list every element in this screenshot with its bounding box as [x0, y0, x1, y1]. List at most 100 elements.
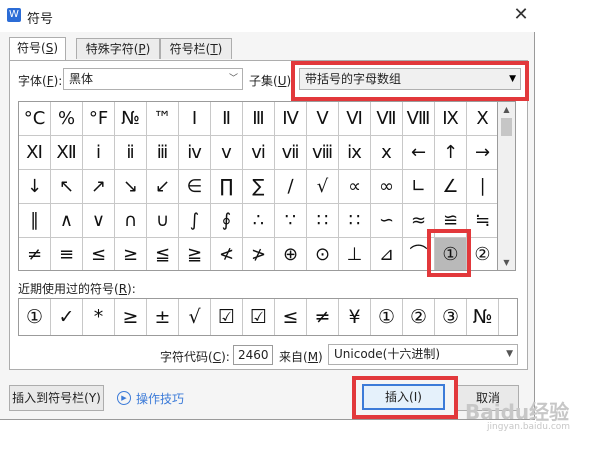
recent-symbol-cell[interactable]: ≤: [275, 299, 307, 335]
symbol-cell[interactable]: ⊿: [371, 238, 403, 270]
symbol-cell[interactable]: °C: [19, 102, 51, 136]
symbol-cell[interactable]: Ⅴ: [307, 102, 339, 136]
tab-symbols[interactable]: 符号(S): [9, 37, 66, 60]
symbol-cell[interactable]: ≦: [147, 238, 179, 270]
play-circle-icon[interactable]: ▶: [117, 391, 131, 405]
symbol-cell[interactable]: ∫: [179, 204, 211, 238]
symbol-cell[interactable]: ②: [467, 238, 497, 270]
symbol-cell[interactable]: ≯: [243, 238, 275, 270]
symbol-cell[interactable]: ≡: [51, 238, 83, 270]
font-select[interactable]: 黑体 ﹀: [63, 68, 243, 90]
recent-symbol-cell[interactable]: ①: [19, 299, 51, 335]
symbol-cell[interactable]: ∝: [339, 170, 371, 204]
recent-symbol-cell[interactable]: ≥: [115, 299, 147, 335]
recent-symbol-cell[interactable]: ±: [147, 299, 179, 335]
symbol-cell[interactable]: ↗: [83, 170, 115, 204]
symbol-cell[interactable]: ↙: [147, 170, 179, 204]
symbol-cell[interactable]: ∟: [403, 170, 435, 204]
symbol-cell[interactable]: ⅷ: [307, 136, 339, 170]
symbol-cell[interactable]: ™: [147, 102, 179, 136]
symbol-cell[interactable]: Ⅸ: [435, 102, 467, 136]
symbol-cell[interactable]: ∷: [339, 204, 371, 238]
symbol-grid-scrollbar[interactable]: ▲ ▼: [498, 101, 516, 271]
symbol-cell[interactable]: ∣: [467, 170, 497, 204]
symbol-cell[interactable]: ⅱ: [115, 136, 147, 170]
recent-symbol-cell[interactable]: ①: [371, 299, 403, 335]
recent-symbol-cell[interactable]: ☑: [243, 299, 275, 335]
symbol-cell[interactable]: %: [51, 102, 83, 136]
symbol-cell[interactable]: №: [115, 102, 147, 136]
symbol-cell[interactable]: Ⅶ: [371, 102, 403, 136]
symbol-cell[interactable]: ↑: [435, 136, 467, 170]
symbol-cell[interactable]: ←: [403, 136, 435, 170]
symbol-cell[interactable]: ↘: [115, 170, 147, 204]
tab-symbol-bar[interactable]: 符号栏(T): [160, 38, 232, 59]
symbol-cell[interactable]: ∷: [307, 204, 339, 238]
symbol-cell[interactable]: ≧: [179, 238, 211, 270]
recent-symbol-cell[interactable]: √: [179, 299, 211, 335]
symbol-cell[interactable]: ∠: [435, 170, 467, 204]
symbol-cell[interactable]: ∪: [147, 204, 179, 238]
symbol-cell[interactable]: Ⅺ: [19, 136, 51, 170]
char-code-input[interactable]: 2460: [233, 345, 273, 365]
recent-symbol-cell[interactable]: *: [83, 299, 115, 335]
symbol-cell[interactable]: ≮: [211, 238, 243, 270]
symbol-cell[interactable]: ⅶ: [275, 136, 307, 170]
symbol-cell[interactable]: ∴: [243, 204, 275, 238]
symbol-cell[interactable]: ∵: [275, 204, 307, 238]
symbol-cell[interactable]: ⊥: [339, 238, 371, 270]
symbol-cell[interactable]: ⅰ: [83, 136, 115, 170]
symbol-cell[interactable]: °F: [83, 102, 115, 136]
symbol-cell[interactable]: Ⅷ: [403, 102, 435, 136]
symbol-cell[interactable]: →: [467, 136, 497, 170]
recent-symbol-cell[interactable]: ✓: [51, 299, 83, 335]
symbol-cell[interactable]: ⅵ: [243, 136, 275, 170]
symbol-cell[interactable]: ≒: [467, 204, 497, 238]
symbol-cell[interactable]: ∈: [179, 170, 211, 204]
from-select[interactable]: Unicode(十六进制) ▼: [328, 344, 518, 365]
scroll-down-icon[interactable]: ▼: [498, 255, 515, 270]
symbol-cell[interactable]: ≥: [115, 238, 147, 270]
symbol-cell[interactable]: ↓: [19, 170, 51, 204]
symbol-cell[interactable]: Ⅲ: [243, 102, 275, 136]
symbol-cell[interactable]: ∞: [371, 170, 403, 204]
symbol-cell[interactable]: ∑: [243, 170, 275, 204]
symbol-cell[interactable]: ∧: [51, 204, 83, 238]
recent-symbol-cell[interactable]: ③: [435, 299, 467, 335]
recent-symbol-cell[interactable]: ②: [403, 299, 435, 335]
scroll-thumb[interactable]: [501, 118, 512, 136]
symbol-cell[interactable]: ≠: [19, 238, 51, 270]
symbol-cell[interactable]: ∨: [83, 204, 115, 238]
symbol-cell[interactable]: Ⅵ: [339, 102, 371, 136]
symbol-cell[interactable]: ∩: [115, 204, 147, 238]
insert-to-symbol-bar-button[interactable]: 插入到符号栏(Y): [9, 385, 104, 411]
symbol-cell[interactable]: ∮: [211, 204, 243, 238]
close-icon[interactable]: ✕: [510, 4, 532, 26]
symbol-cell[interactable]: ∕: [275, 170, 307, 204]
symbol-cell[interactable]: ∏: [211, 170, 243, 204]
symbol-cell[interactable]: ⅴ: [211, 136, 243, 170]
symbol-cell[interactable]: ↖: [51, 170, 83, 204]
symbol-cell[interactable]: Ⅰ: [179, 102, 211, 136]
symbol-cell[interactable]: √: [307, 170, 339, 204]
symbol-cell[interactable]: Ⅳ: [275, 102, 307, 136]
symbol-cell[interactable]: ⊕: [275, 238, 307, 270]
recent-symbol-cell[interactable]: ¥: [339, 299, 371, 335]
symbol-cell[interactable]: ⊙: [307, 238, 339, 270]
recent-symbol-cell[interactable]: ≠: [307, 299, 339, 335]
symbol-cell[interactable]: ⅳ: [179, 136, 211, 170]
symbol-cell[interactable]: ⅸ: [339, 136, 371, 170]
symbol-cell[interactable]: ⅲ: [147, 136, 179, 170]
symbol-cell[interactable]: Ⅱ: [211, 102, 243, 136]
symbol-cell[interactable]: ≤: [83, 238, 115, 270]
tab-special-chars[interactable]: 特殊字符(P): [76, 38, 160, 59]
recent-symbol-cell[interactable]: ☑: [211, 299, 243, 335]
tips-link[interactable]: 操作技巧: [136, 390, 184, 407]
symbol-cell[interactable]: Ⅹ: [467, 102, 497, 136]
scroll-up-icon[interactable]: ▲: [498, 102, 515, 117]
symbol-cell[interactable]: ∥: [19, 204, 51, 238]
symbol-cell[interactable]: ∽: [371, 204, 403, 238]
symbol-cell[interactable]: Ⅻ: [51, 136, 83, 170]
recent-symbol-cell[interactable]: №: [467, 299, 499, 335]
symbol-cell[interactable]: ⅹ: [371, 136, 403, 170]
